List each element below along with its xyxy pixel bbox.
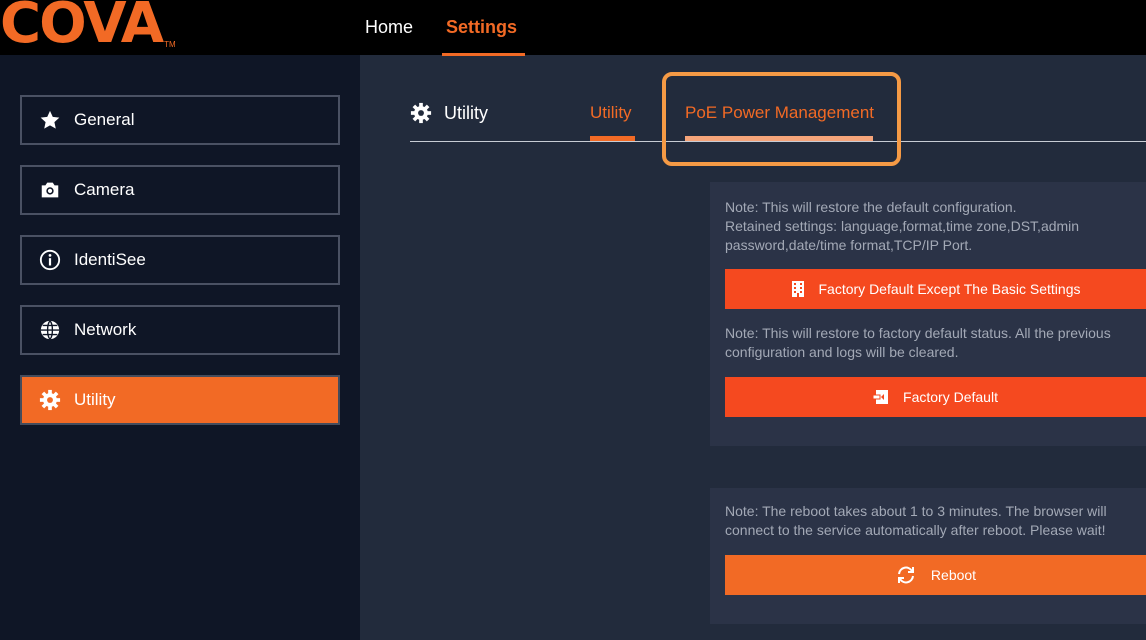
note-line: Note: This will restore to factory defau…: [725, 325, 1111, 341]
factory-default-panel: Note: This will restore the default conf…: [710, 182, 1146, 446]
logo-text: COVA: [0, 0, 164, 56]
sidebar-item-label: Utility: [74, 390, 116, 409]
logo-trademark: TM: [164, 40, 176, 49]
note-line: Retained settings: language,format,time …: [725, 218, 1080, 234]
factory-default-basic-note: Note: This will restore the default conf…: [725, 198, 1079, 255]
sidebar-item-label: Camera: [74, 180, 135, 199]
globe-icon: [39, 319, 61, 341]
sidebar-item-label: Network: [74, 320, 137, 339]
sidebar-item-utility[interactable]: Utility: [20, 375, 340, 425]
note-line: configuration and logs will be cleared.: [725, 344, 959, 360]
star-icon: [39, 109, 61, 131]
nav-active-indicator: [442, 53, 525, 56]
nav-home[interactable]: Home: [365, 0, 413, 55]
page-title-text: Utility: [444, 102, 488, 123]
reboot-panel: Note: The reboot takes about 1 to 3 minu…: [710, 488, 1146, 624]
sidebar-item-network[interactable]: Network: [20, 305, 340, 355]
tab-utility-underline: [590, 136, 635, 141]
note-line: Note: This will restore the default conf…: [725, 199, 1017, 215]
refresh-icon: [895, 566, 917, 584]
button-label: Reboot: [930, 567, 977, 583]
highlight-box: [662, 72, 901, 166]
factory-default-button[interactable]: Factory Default: [725, 377, 1146, 417]
reboot-button[interactable]: Reboot: [725, 555, 1146, 595]
factory-default-note: Note: This will restore to factory defau…: [725, 324, 1111, 362]
cova-logo[interactable]: COVA TM: [0, 0, 176, 54]
building-icon: [791, 281, 805, 297]
info-icon: [39, 249, 61, 271]
sidebar-item-label: General: [74, 110, 135, 129]
sidebar-item-camera[interactable]: Camera: [20, 165, 340, 215]
note-line: connect to the service automatically aft…: [725, 522, 1106, 538]
nav-settings[interactable]: Settings: [446, 0, 517, 55]
restore-icon: [873, 389, 889, 405]
sidebar-item-general[interactable]: General: [20, 95, 340, 145]
factory-default-except-basic-button[interactable]: Factory Default Except The Basic Setting…: [725, 269, 1146, 309]
gear-icon: [410, 102, 432, 124]
sidebar-item-identisee[interactable]: IdentiSee: [20, 235, 340, 285]
top-bar: COVA TM Home Settings: [0, 0, 1146, 56]
tab-utility[interactable]: Utility: [590, 100, 632, 126]
sidebar-item-label: IdentiSee: [74, 250, 146, 269]
button-label: Factory Default: [903, 389, 998, 405]
note-line: password,date/time format,TCP/IP Port.: [725, 237, 973, 253]
note-line: Note: The reboot takes about 1 to 3 minu…: [725, 503, 1107, 519]
page-title: Utility: [410, 100, 488, 126]
button-label: Factory Default Except The Basic Setting…: [818, 281, 1081, 297]
reboot-note: Note: The reboot takes about 1 to 3 minu…: [725, 502, 1107, 540]
camera-icon: [39, 179, 61, 201]
gear-icon: [39, 389, 61, 411]
